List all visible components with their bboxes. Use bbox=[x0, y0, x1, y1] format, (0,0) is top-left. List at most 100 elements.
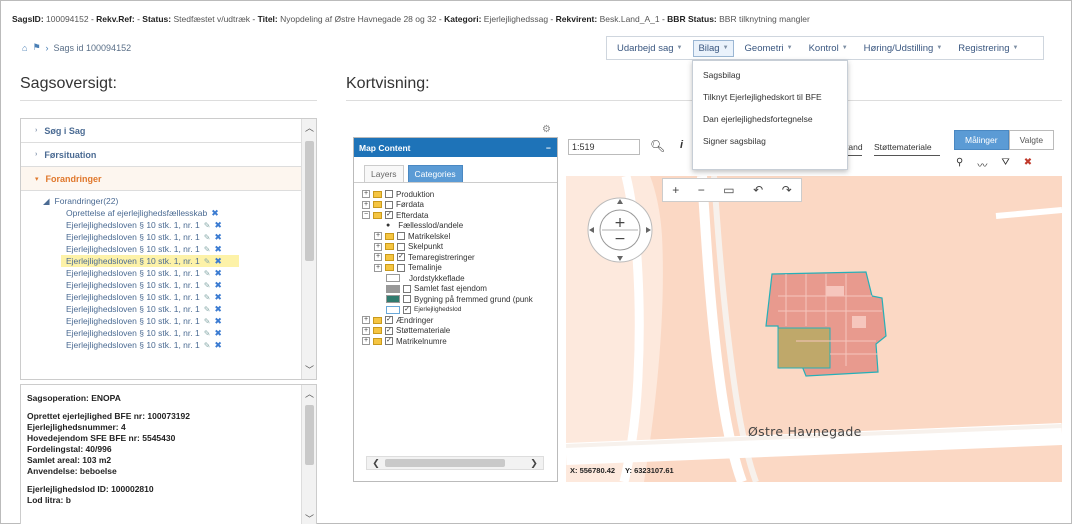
layer-ejerlejlighedslod[interactable]: ✓ Ejerlejlighedslod bbox=[362, 305, 557, 316]
tab-valgte[interactable]: Valgte bbox=[1008, 130, 1055, 150]
tree-item[interactable]: Ejerlejlighedsloven § 10 stk. 1, nr. 1 ✎ ✖ bbox=[21, 279, 316, 291]
stottemateriale-label[interactable]: Støttemateriale bbox=[874, 142, 932, 152]
layer-temalinje[interactable]: + Temalinje bbox=[362, 263, 557, 274]
delete-icon[interactable]: ✖ bbox=[214, 340, 222, 351]
layer-jordstykkeflade[interactable]: Jordstykkeflade bbox=[362, 273, 557, 284]
checkbox[interactable] bbox=[385, 200, 393, 209]
tree-item[interactable]: Ejerlejlighedsloven § 10 stk. 1, nr. 1 ✎ ✖ bbox=[21, 267, 316, 279]
zoom-box-icon[interactable]: ▭ bbox=[723, 183, 734, 197]
vertical-scrollbar[interactable]: ︿ ﹀ bbox=[301, 385, 316, 524]
tree-item[interactable]: Ejerlejlighedsloven § 10 stk. 1, nr. 1 ✎ ✖ bbox=[21, 327, 316, 339]
delete-icon[interactable]: ✖ bbox=[214, 328, 222, 339]
layer-bygning-fremmed-grund[interactable]: Bygning på fremmed grund (punk bbox=[362, 294, 557, 305]
menu-udarbejd-sag[interactable]: Udarbejd sag ▼ bbox=[617, 43, 682, 54]
measure-area-icon[interactable]: ⛛ bbox=[1001, 157, 1009, 172]
scroll-left-icon[interactable]: ❮ bbox=[369, 457, 383, 469]
scrollbar-thumb[interactable] bbox=[305, 141, 314, 261]
layer-skelpunkt[interactable]: + Skelpunkt bbox=[362, 242, 557, 253]
dropdown-item-tilknyt-ejerlejlighedskort[interactable]: Tilknyt Ejerlejlighedskort til BFE bbox=[693, 84, 847, 106]
delete-icon[interactable]: ✖ bbox=[214, 268, 222, 279]
tree-item[interactable]: Ejerlejlighedsloven § 10 stk. 1, nr. 1 ✎ ✖ bbox=[21, 291, 316, 303]
redo-icon[interactable]: ↷ bbox=[782, 183, 792, 197]
menu-bilag[interactable]: Bilag ▼ bbox=[693, 39, 734, 57]
delete-icon[interactable]: ✖ bbox=[214, 232, 222, 243]
tab-categories[interactable]: Categories bbox=[407, 165, 463, 182]
checkbox[interactable] bbox=[403, 284, 411, 293]
menu-geometri[interactable]: Geometri ▼ bbox=[745, 43, 793, 54]
delete-icon[interactable]: ✖ bbox=[214, 304, 222, 315]
edit-pencil-icon[interactable]: ✎ bbox=[204, 269, 211, 278]
accordion-sog-i-sag[interactable]: › Søg i Sag bbox=[21, 119, 316, 143]
layer-efterdata[interactable]: − ✓ Efterdata bbox=[362, 210, 557, 221]
edit-pencil-icon[interactable]: ✎ bbox=[204, 317, 211, 326]
checkbox-checked[interactable]: ✓ bbox=[385, 337, 393, 346]
tree-item[interactable]: Ejerlejlighedsloven § 10 stk. 1, nr. 1 ✎ ✖ bbox=[21, 243, 316, 255]
scroll-right-icon[interactable]: ❯ bbox=[527, 457, 541, 469]
scroll-down-icon[interactable]: ﹀ bbox=[302, 512, 316, 524]
tree-item[interactable]: Ejerlejlighedsloven § 10 stk. 1, nr. 1 ✎ ✖ bbox=[21, 339, 316, 351]
pan-zoom-navigator[interactable]: + − bbox=[586, 196, 654, 264]
layer-matrikelnumre[interactable]: + ✓ Matrikelnumre bbox=[362, 336, 557, 347]
checkbox-checked[interactable]: ✓ bbox=[385, 316, 393, 325]
breadcrumb-case-link[interactable]: Sags id 100094152 bbox=[54, 43, 132, 53]
checkbox[interactable] bbox=[403, 295, 411, 304]
delete-icon[interactable]: ✖ bbox=[214, 256, 222, 267]
accordion-forsituation[interactable]: › Førsituation bbox=[21, 143, 316, 167]
delete-icon[interactable]: ✖ bbox=[211, 208, 219, 219]
tab-layers[interactable]: Layers bbox=[364, 165, 404, 182]
scroll-down-icon[interactable]: ﹀ bbox=[302, 363, 316, 377]
layer-matrikelskel[interactable]: + Matrikelskel bbox=[362, 231, 557, 242]
edit-pencil-icon[interactable]: ✎ bbox=[204, 329, 211, 338]
tree-item[interactable]: Oprettelse af ejerlejlighedsfællesskab ✖ bbox=[21, 207, 316, 219]
tand-label[interactable]: tand bbox=[846, 142, 863, 152]
tree-item[interactable]: Ejerlejlighedsloven § 10 stk. 1, nr. 1 ✎ ✖ bbox=[21, 315, 316, 327]
collapse-icon[interactable]: − bbox=[546, 143, 551, 153]
edit-pencil-icon[interactable]: ✎ bbox=[204, 221, 211, 230]
tree-root[interactable]: ◢ Forandringer(22) bbox=[21, 195, 316, 207]
checkbox-checked[interactable]: ✓ bbox=[385, 211, 393, 220]
layer-aendringer[interactable]: + ✓ Ændringer bbox=[362, 315, 557, 326]
layer-faellesslod[interactable]: ● Fællesslod/andele bbox=[362, 221, 557, 232]
delete-icon[interactable]: ✖ bbox=[214, 292, 222, 303]
tree-item-selected[interactable]: Ejerlejlighedsloven § 10 stk. 1, nr. 1 ✎ ✖ bbox=[61, 255, 239, 267]
menu-horing-udstilling[interactable]: Høring/Udstilling ▼ bbox=[864, 43, 943, 54]
zoom-in-icon[interactable]: + bbox=[672, 183, 679, 197]
checkbox-checked[interactable]: ✓ bbox=[403, 305, 411, 314]
measure-point-icon[interactable]: ⚲ bbox=[956, 157, 963, 172]
checkbox[interactable] bbox=[397, 263, 405, 272]
settings-gear-icon[interactable]: ⚙ bbox=[542, 124, 551, 135]
checkbox[interactable] bbox=[397, 242, 405, 251]
tab-malinger[interactable]: Målinger bbox=[954, 130, 1009, 150]
layer-samlet-fast-ejendom[interactable]: Samlet fast ejendom bbox=[362, 284, 557, 295]
vertical-scrollbar[interactable]: ︿ ﹀ bbox=[301, 119, 316, 379]
measure-line-icon[interactable]: 〰 bbox=[977, 157, 987, 172]
menu-registrering[interactable]: Registrering ▼ bbox=[958, 43, 1018, 54]
menu-kontrol[interactable]: Kontrol ▼ bbox=[809, 43, 848, 54]
clear-measure-icon[interactable]: ✖ bbox=[1024, 157, 1032, 172]
scrollbar-thumb[interactable] bbox=[385, 459, 505, 467]
edit-pencil-icon[interactable]: ✎ bbox=[204, 341, 211, 350]
tree-item[interactable]: Ejerlejlighedsloven § 10 stk. 1, nr. 1 ✎ ✖ bbox=[21, 231, 316, 243]
horizontal-scrollbar[interactable]: ❮ ❯ bbox=[366, 456, 544, 470]
layer-stottemateriale[interactable]: + ✓ Støttemateriale bbox=[362, 326, 557, 337]
scrollbar-thumb[interactable] bbox=[305, 405, 314, 465]
edit-pencil-icon[interactable]: ✎ bbox=[204, 245, 211, 254]
tree-item[interactable]: Ejerlejlighedsloven § 10 stk. 1, nr. 1 ✎ ✖ bbox=[21, 219, 316, 231]
delete-icon[interactable]: ✖ bbox=[214, 220, 222, 231]
delete-icon[interactable]: ✖ bbox=[214, 244, 222, 255]
home-icon[interactable]: ⌂ bbox=[22, 43, 27, 53]
edit-pencil-icon[interactable]: ✎ bbox=[204, 305, 211, 314]
scroll-up-icon[interactable]: ︿ bbox=[302, 387, 316, 401]
checkbox[interactable] bbox=[385, 190, 393, 199]
dropdown-item-signer-sagsbilag[interactable]: Signer sagsbilag bbox=[693, 128, 847, 150]
scroll-up-icon[interactable]: ︿ bbox=[302, 121, 316, 135]
dropdown-item-dan-fortegnelse[interactable]: Dan ejerlejlighedsfortegnelse bbox=[693, 106, 847, 128]
tree-item[interactable]: Ejerlejlighedsloven § 10 stk. 1, nr. 1 ✎ ✖ bbox=[21, 303, 316, 315]
layer-temaregistreringer[interactable]: + ✓ Temaregistreringer bbox=[362, 252, 557, 263]
dropdown-item-sagsbilag[interactable]: Sagsbilag bbox=[693, 67, 847, 84]
checkbox-checked[interactable]: ✓ bbox=[385, 326, 393, 335]
edit-pencil-icon[interactable]: ✎ bbox=[204, 257, 211, 266]
info-icon[interactable]: i bbox=[680, 139, 683, 151]
checkbox[interactable] bbox=[397, 232, 405, 241]
zoom-search-icon[interactable]: 🔍︎ bbox=[650, 139, 665, 153]
